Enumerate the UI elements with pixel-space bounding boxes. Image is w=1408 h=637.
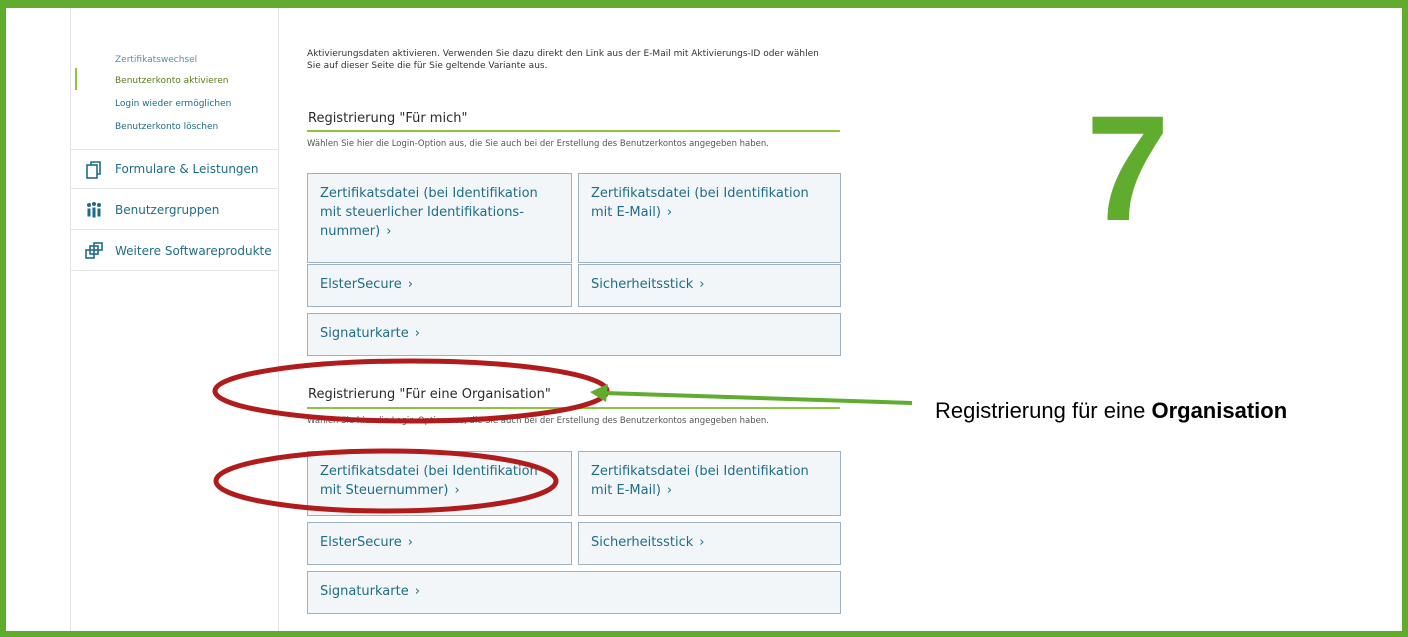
option-label: ElsterSecure (320, 277, 402, 292)
slide-frame: Zertifikatswechsel Benutzerkonto aktivie… (0, 0, 1408, 637)
chevron-right-icon: › (386, 224, 392, 239)
user-group-icon (87, 202, 101, 218)
intro-text: Aktivierungsdaten aktivieren. Verwenden … (307, 48, 847, 72)
option-sicherheitsstick-org[interactable]: Sicherheitsstick › (578, 522, 841, 565)
sidebar-item-benutzerkonto-aktivieren[interactable]: Benutzerkonto aktivieren (115, 76, 228, 86)
option-signaturkarte[interactable]: Signaturkarte › (307, 313, 841, 356)
option-label: Sicherheitsstick (591, 277, 694, 292)
option-label: Signaturkarte (320, 326, 409, 341)
software-products-icon (85, 242, 103, 259)
documents-icon (86, 161, 101, 179)
chevron-right-icon: › (699, 535, 705, 550)
active-indicator (75, 68, 77, 90)
callout-prefix: Registrierung für eine (935, 398, 1152, 423)
section-underline (307, 130, 840, 132)
sidebar: Zertifikatswechsel Benutzerkonto aktivie… (70, 8, 279, 631)
sidebar-item-zertifikatswechsel[interactable]: Zertifikatswechsel (115, 55, 197, 65)
sidebar-item-benutzergruppen[interactable]: Benutzergruppen (71, 190, 278, 230)
chevron-right-icon: › (666, 483, 673, 498)
callout-bold: Organisation (1151, 398, 1288, 423)
sidebar-item-benutzerkonto-loeschen[interactable]: Benutzerkonto löschen (115, 122, 218, 132)
option-signaturkarte-org[interactable]: Signaturkarte › (307, 571, 841, 614)
option-label: Zertifikatsdatei (bei Identifikation mit… (591, 464, 809, 498)
option-zertifikat-idnr[interactable]: Zertifikatsdatei (bei Identifikation mit… (307, 173, 572, 263)
section-description: Wählen Sie hier die Login-Option aus, di… (307, 139, 769, 149)
option-label: ElsterSecure (320, 535, 402, 550)
callout-text: Registrierung für eine Organisation (935, 398, 1287, 424)
step-number: 7 (1086, 84, 1170, 252)
option-sicherheitsstick[interactable]: Sicherheitsstick › (578, 264, 841, 307)
chevron-right-icon: › (407, 535, 413, 550)
option-label: Sicherheitsstick (591, 535, 694, 550)
section-heading-organisation: Registrierung "Für eine Organisation" (308, 387, 551, 402)
option-zertifikat-email[interactable]: Zertifikatsdatei (bei Identifikation mit… (578, 173, 841, 263)
chevron-right-icon: › (699, 277, 705, 292)
sidebar-item-login-wieder-ermoeglichen[interactable]: Login wieder ermöglichen (115, 99, 231, 109)
chevron-right-icon: › (666, 205, 673, 220)
section-description: Wählen Sie hier die Login-Option aus, di… (307, 416, 769, 426)
option-elstersecure[interactable]: ElsterSecure › (307, 264, 572, 307)
sidebar-item-label: Benutzergruppen (115, 202, 220, 217)
option-zertifikat-steuernummer[interactable]: Zertifikatsdatei (bei Identifikation mit… (307, 451, 572, 516)
option-label: Zertifikatsdatei (bei Identifikation mit… (320, 186, 538, 239)
section-underline (307, 407, 840, 409)
option-elstersecure-org[interactable]: ElsterSecure › (307, 522, 572, 565)
section-heading-fuer-mich: Registrierung "Für mich" (308, 111, 468, 126)
sidebar-item-label: Formulare & Leistungen (115, 162, 259, 176)
chevron-right-icon: › (414, 584, 420, 599)
sidebar-item-label: Weitere Softwareprodukte (115, 243, 272, 258)
option-label: Zertifikatsdatei (bei Identifikation mit… (320, 464, 538, 498)
chevron-right-icon: › (414, 326, 420, 341)
chevron-right-icon: › (454, 483, 460, 498)
option-label: Zertifikatsdatei (bei Identifikation mit… (591, 186, 809, 220)
option-zertifikat-email-org[interactable]: Zertifikatsdatei (bei Identifikation mit… (578, 451, 841, 516)
intro-line-1: Aktivierungsdaten aktivieren. Verwenden … (307, 49, 819, 59)
intro-line-2: Sie auf dieser Seite die für Sie geltend… (307, 61, 548, 71)
sidebar-item-weitere-softwareprodukte[interactable]: Weitere Softwareprodukte (71, 231, 278, 271)
option-label: Signaturkarte (320, 584, 409, 599)
sidebar-item-formulare[interactable]: Formulare & Leistungen (71, 149, 278, 189)
chevron-right-icon: › (407, 277, 413, 292)
